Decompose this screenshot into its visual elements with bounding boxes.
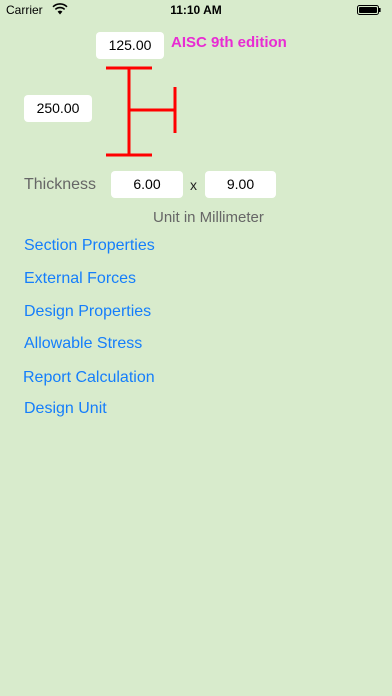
section-depth-field[interactable]	[24, 95, 92, 122]
battery-icon	[357, 5, 381, 15]
report-calculation-link[interactable]: Report Calculation	[23, 369, 155, 387]
flange-thickness-field[interactable]	[205, 171, 276, 198]
i-beam-diagram-icon	[106, 66, 177, 157]
times-sign: x	[190, 177, 197, 193]
external-forces-link[interactable]: External Forces	[24, 270, 136, 288]
edition-label: AISC 9th edition	[171, 34, 287, 51]
section-properties-link[interactable]: Section Properties	[24, 237, 155, 255]
status-time: 11:10 AM	[170, 3, 222, 17]
unit-label: Unit in Millimeter	[153, 209, 264, 226]
status-bar: Carrier 11:10 AM	[0, 0, 392, 20]
web-thickness-field[interactable]	[111, 171, 183, 198]
thickness-label: Thickness	[24, 176, 97, 193]
flange-width-field[interactable]	[96, 32, 164, 59]
allowable-stress-link[interactable]: Allowable Stress	[24, 335, 142, 353]
design-unit-link[interactable]: Design Unit	[24, 400, 107, 418]
design-properties-link[interactable]: Design Properties	[24, 303, 151, 321]
